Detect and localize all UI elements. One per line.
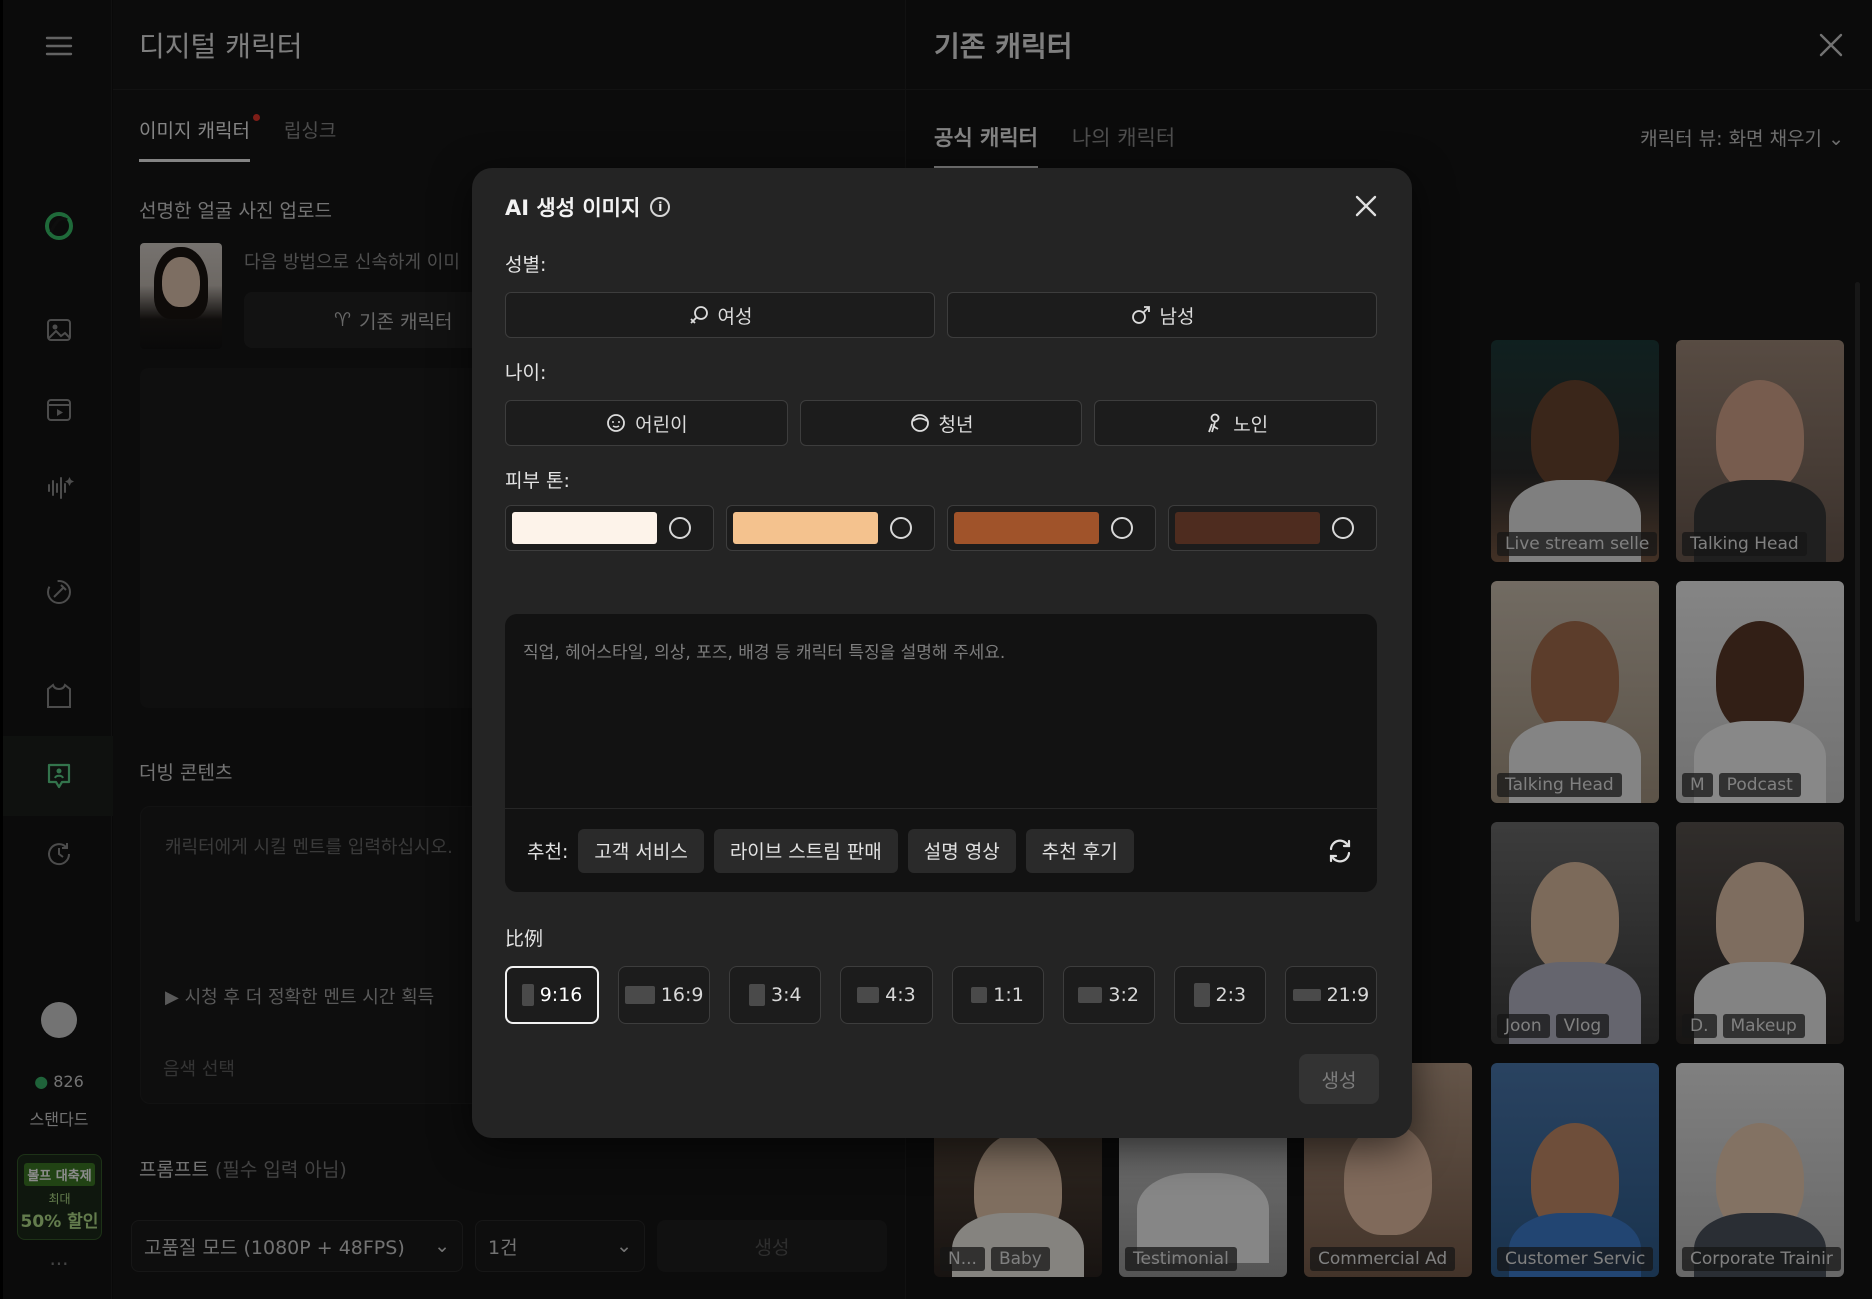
skin-swatch — [512, 512, 657, 544]
ratio-shape — [521, 984, 534, 1006]
ratio-2-3[interactable]: 2:3 — [1173, 966, 1266, 1024]
info-icon[interactable]: i — [650, 197, 671, 217]
ratio-1-1[interactable]: 1:1 — [951, 966, 1044, 1024]
age-label: 나이: — [505, 362, 547, 384]
ratio-shape — [857, 987, 880, 1003]
ratio-shape — [1078, 987, 1103, 1003]
suggestion-label: 추천: — [527, 841, 569, 863]
ai-image-modal: AI 생성 이미지 i 성별: 여성 남성 나이: 어린이 청년 노인 피부 톤… — [472, 168, 1412, 1138]
suggestion-chip[interactable]: 추천 후기 — [1025, 828, 1134, 873]
app-window: ● 826 스탠다드 볼프 대축제 최대 50% 할인 ··· 디지털 캐릭터 … — [0, 0, 1872, 1299]
description-input[interactable]: 직업, 헤어스타일, 의상, 포즈, 배경 등 캐릭터 특징을 설명해 주세요.… — [505, 614, 1377, 892]
age-senior-button[interactable]: 노인 — [1094, 400, 1378, 446]
radio-icon — [1332, 517, 1354, 539]
suggestion-bar: 추천: 고객 서비스 라이브 스트림 판매 설명 영상 추천 후기 — [505, 808, 1377, 892]
ratio-shape — [1193, 983, 1210, 1007]
ratio-options: 9:16 16:9 3:4 4:3 1:1 3:2 2:3 21:9 — [505, 966, 1377, 1024]
description-placeholder: 직업, 헤어스타일, 의상, 포즈, 배경 등 캐릭터 특징을 설명해 주세요. — [523, 643, 1006, 663]
gender-male-button[interactable]: 남성 — [947, 292, 1377, 338]
radio-icon — [669, 517, 691, 539]
skin-tone-1[interactable] — [505, 505, 714, 551]
skin-tone-2[interactable] — [726, 505, 935, 551]
female-icon — [689, 306, 708, 324]
skin-tone-label: 피부 톤: — [505, 470, 570, 492]
gender-female-button[interactable]: 여성 — [505, 292, 935, 338]
child-icon — [607, 414, 626, 432]
ratio-shape — [1292, 989, 1321, 1001]
age-options: 어린이 청년 노인 — [505, 400, 1378, 446]
suggestion-chip[interactable]: 고객 서비스 — [578, 828, 704, 873]
ratio-16-9[interactable]: 16:9 — [618, 966, 711, 1024]
skin-tone-options — [505, 505, 1377, 551]
ratio-shape — [971, 987, 988, 1003]
skin-tone-3[interactable] — [947, 505, 1156, 551]
gender-options: 여성 남성 — [505, 292, 1377, 338]
gender-label: 성별: — [505, 254, 547, 276]
age-child-button[interactable]: 어린이 — [505, 400, 788, 446]
age-youth-button[interactable]: 청년 — [799, 400, 1083, 446]
radio-icon — [1111, 517, 1133, 539]
ratio-shape — [624, 986, 655, 1004]
senior-icon — [1208, 413, 1220, 433]
skin-swatch — [733, 512, 878, 544]
skin-tone-4[interactable] — [1168, 505, 1377, 551]
refresh-icon[interactable] — [1325, 836, 1355, 866]
ratio-3-4[interactable]: 3:4 — [729, 966, 822, 1024]
ratio-label: 比例 — [505, 928, 544, 950]
male-icon — [1131, 306, 1150, 324]
ratio-3-2[interactable]: 3:2 — [1062, 966, 1155, 1024]
ratio-shape — [749, 984, 766, 1006]
skin-swatch — [1175, 512, 1320, 544]
ratio-4-3[interactable]: 4:3 — [840, 966, 933, 1024]
generate-button[interactable]: 생성 — [1299, 1054, 1379, 1104]
modal-title: AI 생성 이미지 i — [505, 192, 671, 222]
ratio-21-9[interactable]: 21:9 — [1284, 966, 1377, 1024]
skin-swatch — [954, 512, 1099, 544]
close-icon[interactable] — [1350, 190, 1382, 222]
suggestion-chip[interactable]: 라이브 스트림 판매 — [713, 828, 898, 873]
youth-icon — [910, 414, 929, 432]
suggestion-chip[interactable]: 설명 영상 — [907, 828, 1016, 873]
ratio-9-16[interactable]: 9:16 — [505, 966, 600, 1024]
radio-icon — [890, 517, 912, 539]
